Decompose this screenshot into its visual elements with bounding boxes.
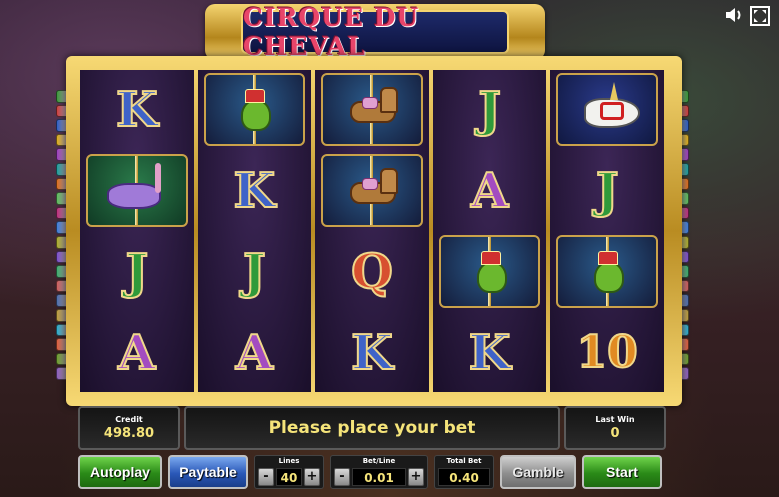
betline-stepper: Bet/Line - 0.01 +: [330, 455, 428, 489]
reel-cell: [315, 70, 429, 149]
frog-icon: [235, 88, 273, 131]
totalbet-display: Total Bet 0.40: [434, 455, 494, 489]
reel-cell: A: [433, 151, 547, 230]
credit-label: Credit: [115, 415, 143, 424]
message-box: Please place your bet: [184, 406, 560, 450]
reel-cell: K: [80, 70, 194, 149]
last-win-label: Last Win: [595, 415, 635, 424]
horse-icon: [342, 85, 402, 135]
reel-4: JA K: [432, 70, 547, 392]
letter-symbol: J: [595, 162, 620, 220]
last-win-value: 0: [610, 426, 620, 441]
frog-symbol: [556, 235, 658, 308]
letter-symbol: J: [477, 81, 502, 139]
lines-stepper: Lines - 40 +: [254, 455, 324, 489]
status-message: Please place your bet: [268, 418, 476, 438]
reel-cell: K: [315, 313, 429, 392]
ostrich-icon: [97, 161, 177, 221]
letter-symbol: 10: [576, 326, 639, 379]
reels-area: K J A K J A Q K J A K J 10: [80, 70, 664, 392]
horse-icon: [342, 166, 402, 216]
horse-symbol: [321, 73, 423, 146]
frog-symbol: [438, 235, 541, 308]
reel-cell: J: [550, 151, 664, 230]
paytable-button[interactable]: Paytable: [168, 455, 248, 489]
lines-stepper-row: - 40 +: [258, 466, 320, 488]
info-panel: Credit 498.80 Please place your bet Last…: [78, 406, 666, 450]
frog-symbol: [203, 73, 306, 146]
betline-label: Bet/Line: [362, 457, 396, 465]
reel-cell: Q: [315, 232, 429, 311]
betline-decrease-button[interactable]: -: [334, 468, 350, 486]
letter-symbol: A: [117, 324, 156, 382]
lines-label: Lines: [278, 457, 300, 465]
game-title-panel: CIRQUE DU CHEVAL: [241, 3, 509, 61]
frog-icon: [588, 250, 626, 293]
last-win-box: Last Win 0: [564, 406, 666, 450]
reel-cell: K: [433, 313, 547, 392]
totalbet-row: 0.40: [438, 466, 490, 488]
credit-value: 498.80: [103, 426, 155, 441]
saddle-icon: [361, 177, 378, 190]
game-title-banner: CIRQUE DU CHEVAL: [205, 3, 545, 61]
reel-cell: A: [80, 313, 194, 392]
speaker-icon-glyph: [726, 8, 741, 22]
start-button[interactable]: Start: [582, 455, 662, 489]
reel-cell: [550, 70, 664, 149]
reel-cell: J: [80, 232, 194, 311]
letter-symbol: A: [470, 162, 509, 220]
lines-decrease-button[interactable]: -: [258, 468, 274, 486]
betline-increase-button[interactable]: +: [408, 468, 424, 486]
reel-cell: [315, 151, 429, 230]
fullscreen-icon[interactable]: [750, 6, 770, 26]
letter-symbol: J: [124, 243, 149, 301]
betline-stepper-row: - 0.01 +: [334, 466, 424, 488]
game-title: CIRQUE DU CHEVAL: [243, 3, 420, 61]
letter-symbol: J: [242, 243, 267, 301]
autoplay-button[interactable]: Autoplay: [78, 455, 162, 489]
reel-3: QK: [315, 70, 429, 392]
lines-increase-button[interactable]: +: [304, 468, 320, 486]
letter-symbol: K: [468, 324, 512, 382]
saddle-icon: [361, 96, 378, 109]
letter-symbol: A: [235, 324, 274, 382]
reel-cell: J: [198, 232, 312, 311]
reel-cell: [550, 232, 664, 311]
reel-cell: [198, 70, 312, 149]
ostrich-symbol: [86, 154, 188, 227]
reel-cell: K: [198, 151, 312, 230]
speaker-icon[interactable]: [724, 6, 744, 26]
bridle-icon: [600, 101, 625, 120]
reel-cell: J: [433, 70, 547, 149]
reel-cell: [433, 232, 547, 311]
totalbet-label: Total Bet: [446, 457, 482, 465]
letter-symbol: Q: [350, 243, 394, 301]
unicorn-symbol: [556, 73, 658, 146]
reel-cell: 10: [550, 313, 664, 392]
gamble-button[interactable]: Gamble: [500, 455, 576, 489]
credit-box: Credit 498.80: [78, 406, 180, 450]
reel-cell: A: [198, 313, 312, 392]
fullscreen-icon-glyph: [750, 6, 770, 26]
reel-2: KJA: [197, 70, 312, 392]
reel-1: K JA: [80, 70, 194, 392]
unicorn-icon: [572, 81, 642, 138]
reel-5: J 10: [550, 70, 664, 392]
totalbet-value: 0.40: [438, 468, 490, 486]
letter-symbol: K: [233, 162, 277, 220]
horse-symbol: [321, 154, 423, 227]
letter-symbol: K: [350, 324, 394, 382]
lines-value: 40: [276, 468, 302, 486]
letter-symbol: K: [115, 81, 159, 139]
controls-bar: Autoplay Paytable Lines - 40 + Bet/Line …: [78, 453, 666, 491]
reel-cell: [80, 151, 194, 230]
betline-value: 0.01: [352, 468, 406, 486]
frog-icon: [471, 250, 509, 293]
